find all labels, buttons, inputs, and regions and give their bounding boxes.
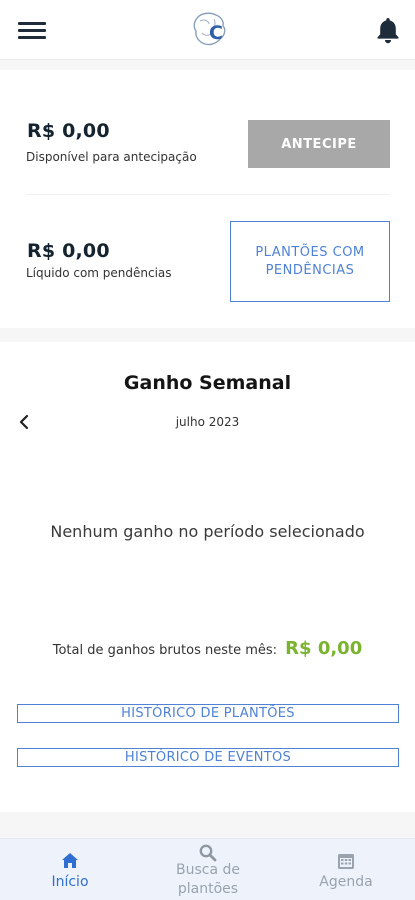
pending-shifts-button[interactable]: PLANTÕES COM PENDÊNCIAS: [230, 221, 390, 302]
nav-item-agenda[interactable]: Agenda: [298, 839, 394, 900]
empty-earnings-message: Nenhum ganho no período selecionado: [50, 522, 365, 541]
available-caption: Disponível para antecipação: [26, 150, 197, 164]
bell-icon[interactable]: [375, 16, 401, 44]
nav-item-search[interactable]: Busca de plantões: [158, 839, 258, 900]
logo-letter: C: [209, 22, 223, 44]
weekly-title: Ganho Semanal: [123, 372, 292, 394]
monthly-total-value: R$ 0,00: [285, 638, 363, 659]
anticipate-button[interactable]: ANTECIPE: [248, 120, 390, 168]
nav-item-home[interactable]: Início: [22, 839, 118, 900]
search-icon: [199, 844, 217, 862]
app-header: C: [0, 0, 415, 60]
monthly-total-label: Total de ganhos brutos neste mês:: [52, 643, 278, 658]
home-icon: [62, 853, 78, 868]
app-logo: C: [193, 12, 226, 46]
month-label: julho 2023: [175, 415, 240, 429]
bottom-navigation: Início Busca de plantões Agenda: [0, 838, 415, 900]
weekly-earnings-card: Ganho Semanal julho 2023 Nenhum ganho no…: [0, 342, 415, 812]
nav-label-agenda: Agenda: [319, 874, 373, 890]
nav-label-search: Busca de plantões: [176, 862, 240, 897]
event-history-button[interactable]: HISTÓRICO DE EVENTOS: [17, 748, 399, 767]
monthly-total-row: Total de ganhos brutos neste mês: R$ 0,0…: [0, 638, 415, 659]
divider: [27, 194, 389, 195]
nav-label-home: Início: [51, 874, 89, 890]
calendar-icon: [338, 854, 354, 869]
pending-amount: R$ 0,00: [27, 240, 110, 262]
pending-caption: Líquido com pendências: [26, 266, 172, 280]
shift-history-button[interactable]: HISTÓRICO DE PLANTÕES: [17, 704, 399, 723]
available-amount: R$ 0,00: [27, 120, 110, 142]
hamburger-menu-icon[interactable]: [18, 20, 46, 40]
balance-card: R$ 0,00 Disponível para antecipação ANTE…: [0, 70, 415, 328]
